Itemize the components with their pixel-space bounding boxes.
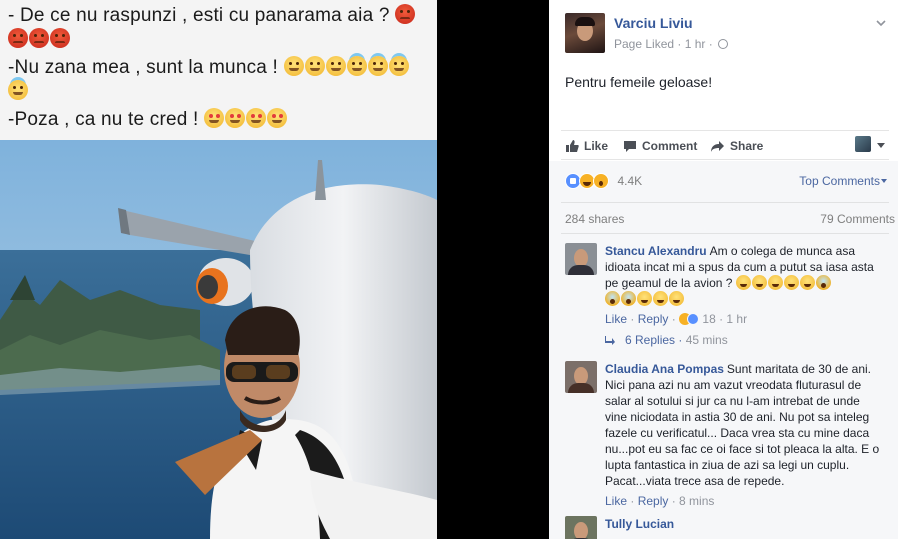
star-eyes-emoji-icon [245,108,266,128]
view-replies-link[interactable]: 6 Replies · 45 mins [605,333,728,347]
comment-time[interactable]: 1 hr [726,312,747,326]
comment-reaction-count[interactable]: 18 [702,312,715,326]
fearful-emoji-icon [621,291,636,306]
laughing-emoji-icon [653,291,668,306]
caption-line-3: -Poza , ca nu te cred ! [8,106,429,134]
comment-meta: Like · Reply · 8 mins [605,494,715,508]
chevron-down-icon[interactable] [881,179,887,183]
post-sidebar: Varciu Liviu Page Liked · 1 hr · Pentru … [549,0,898,539]
grimace-emoji-icon [325,56,346,76]
halo-emoji-icon [8,80,28,100]
post-photo[interactable]: - De ce nu raspunzi , esti cu panarama a… [0,0,437,539]
avatar-face [574,522,588,539]
photo-caption: - De ce nu raspunzi , esti cu panarama a… [0,0,437,140]
comment-text: Sunt maritata de 30 de ani. Nici pana az… [605,362,880,488]
commenter-avatar[interactable] [565,516,597,539]
replies-time: 45 mins [685,333,728,347]
post-meta: Page Liked · 1 hr · [614,37,729,51]
avatar-hair [575,17,595,26]
commenter-avatar[interactable] [565,361,597,393]
like-button[interactable]: Like [565,138,608,154]
caption-line-1: - De ce nu raspunzi , esti cu panarama a… [8,2,429,30]
caption-text-2: -Nu zana mea , sunt la munca ! [8,57,279,78]
laughing-emoji-icon [751,275,767,290]
comments-area: 4.4K Top Comments 284 shares 79 Comments… [549,161,898,539]
chevron-down-icon[interactable] [876,18,886,28]
viewer-stage: - De ce nu raspunzi , esti cu panarama a… [0,0,898,539]
top-comments-dropdown[interactable]: Top Comments [799,174,880,188]
post-action-bar: Like Comment Share [561,130,889,160]
share-arrow-icon [711,141,724,152]
laughing-emoji-icon [637,291,652,306]
reactions-summary[interactable]: 4.4K [565,172,642,190]
share-label: Share [730,139,764,153]
grimace-emoji-icon [304,56,325,76]
comment-item: Stancu Alexandru Am o colega de munca asa… [565,243,885,327]
shares-count-link[interactable]: 284 shares [565,212,624,226]
star-eyes-emoji-icon [224,108,245,128]
caption-line-2: -Nu zana mea , sunt la munca ! [8,54,429,82]
comment-meta: Like · Reply · 18 · 1 hr [605,312,748,326]
comment-reply-link[interactable]: Reply [638,494,669,508]
comment-item: Tully Lucian [565,516,885,539]
laughing-emoji-icon [799,275,815,290]
commenter-name-link[interactable]: Stancu Alexandru [605,244,707,258]
comment-bubble-icon [624,141,636,152]
page-name-link[interactable]: Varciu Liviu [614,15,693,31]
comment-body: Tully Lucian [605,516,885,532]
caption-emoji-row-2 [8,78,429,106]
share-button[interactable]: Share [710,138,763,154]
fearful-emoji-icon [815,275,831,290]
halo-emoji-icon [346,56,367,76]
angry-emoji-icon [50,28,70,48]
fearful-emoji-icon [605,291,620,306]
avatar-body [568,383,594,393]
comment-like-link[interactable]: Like [605,312,627,326]
divider [561,233,889,234]
star-eyes-emoji-icon [203,108,224,128]
comment-reply-link[interactable]: Reply [638,312,669,326]
reaction-count: 4.4K [617,173,643,188]
post-meta-text: Page Liked · 1 hr · [614,37,713,51]
laughing-emoji-icon [669,291,684,306]
comment-like-link[interactable]: Like [605,494,627,508]
angry-emoji-icon [395,4,416,24]
comments-count-link[interactable]: 79 Comments [820,212,895,226]
laughing-emoji-icon [767,275,783,290]
commenter-name-link[interactable]: Tully Lucian [605,517,674,531]
globe-icon[interactable] [718,39,729,49]
star-eyes-emoji-icon [266,108,287,128]
comment-time[interactable]: 8 mins [679,494,714,508]
like-label: Like [584,139,609,153]
comment-button[interactable]: Comment [623,138,697,154]
comment-item: Claudia Ana Pompas Sunt maritata de 30 de… [565,361,885,509]
post-text: Pentru femeile geloase! [565,74,713,90]
divider [561,202,889,203]
comment-body: Stancu Alexandru Am o colega de munca asa… [605,243,885,307]
angry-emoji-icon [29,28,49,48]
caption-text-1: - De ce nu raspunzi , esti cu panarama a… [8,5,390,26]
page-avatar[interactable] [565,13,605,53]
commenter-avatar[interactable] [565,243,597,275]
comment-label: Comment [642,139,698,153]
reply-arrow-icon [605,336,615,345]
like-icon [687,313,700,325]
wow-icon [593,172,609,189]
replies-count[interactable]: 6 Replies [625,333,675,347]
caption-emoji-row [8,26,429,54]
laughing-emoji-icon [735,275,751,290]
airplane-selfie-image [0,140,437,539]
angry-emoji-icon [8,28,28,48]
comment-body: Claudia Ana Pompas Sunt maritata de 30 de… [605,361,885,489]
halo-emoji-icon [388,56,409,76]
share-as-avatar[interactable] [855,136,871,152]
share-as-caret-icon[interactable] [877,143,885,148]
caption-text-3: -Poza , ca nu te cred ! [8,109,199,130]
halo-emoji-icon [367,56,388,76]
avatar-body [568,265,594,275]
grimace-emoji-icon [283,56,304,76]
laughing-emoji-icon [783,275,799,290]
thumbs-up-icon [566,140,579,152]
commenter-name-link[interactable]: Claudia Ana Pompas [605,362,724,376]
